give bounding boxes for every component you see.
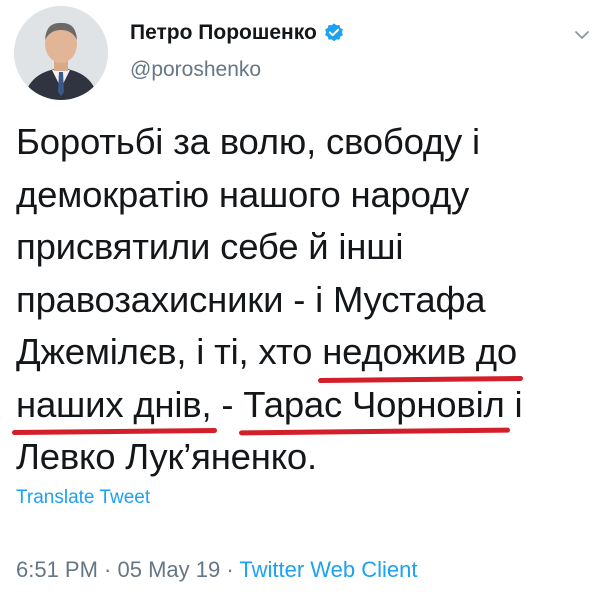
tweet-text-segment: правозахисники - і Мустафа [16,278,486,320]
profile-photo [14,6,108,100]
author-handle[interactable]: @poroshenko [130,58,261,82]
underlined-phrase: Тарас Чорновіл [243,379,505,432]
underlined-phrase: наших днів, [16,379,212,432]
meta-separator: · [220,557,240,582]
tweet-text-line: Левко Лук’яненко. [16,431,596,484]
tweet-text-segment: Левко Лук’яненко. [16,436,317,477]
tweet-text-segment: і [504,383,523,425]
tweet-text-line: присвятили себе й інші [16,221,596,274]
tweet-text-line: Боротьбі за волю, свободу і [16,116,596,169]
tweet-client-link[interactable]: Twitter Web Client [239,557,417,582]
verified-badge-icon [323,22,345,44]
tweet-text-line: наших днів, - Тарас Чорновіл і [16,379,596,432]
avatar[interactable] [14,6,108,100]
underlined-phrase: недожив до [322,326,517,379]
tweet-text-line: правозахисники - і Мустафа [16,274,596,327]
tweet-text-segment: Джемілєв, і ті, хто [16,331,323,372]
tweet-metadata: 6:51 PM · 05 May 19 · Twitter Web Client [16,557,418,583]
tweet-text-line: демократію нашого народу [16,169,596,222]
display-name[interactable]: Петро Порошенко [130,21,317,45]
tweet-date[interactable]: 05 May 19 [118,557,221,582]
tweet-text-segment: демократію нашого народу [16,173,470,215]
tweet-card: Петро Порошенко @poroshenko Боротьбі за … [0,0,607,598]
chevron-down-icon[interactable] [571,24,593,46]
translate-tweet-link[interactable]: Translate Tweet [16,487,150,509]
tweet-text-line: Джемілєв, і ті, хто недожив до [16,326,596,379]
tweet-text-segment: Боротьбі за волю, свободу і [16,121,480,162]
tweet-text: Боротьбі за волю, свободу і демократію на… [16,116,596,484]
tweet-text-segment: - [211,383,244,425]
author-name-row: Петро Порошенко [130,20,345,46]
tweet-text-segment: присвятили себе й інші [16,226,404,267]
tweet-time[interactable]: 6:51 PM [16,557,98,582]
meta-separator: · [97,557,118,582]
